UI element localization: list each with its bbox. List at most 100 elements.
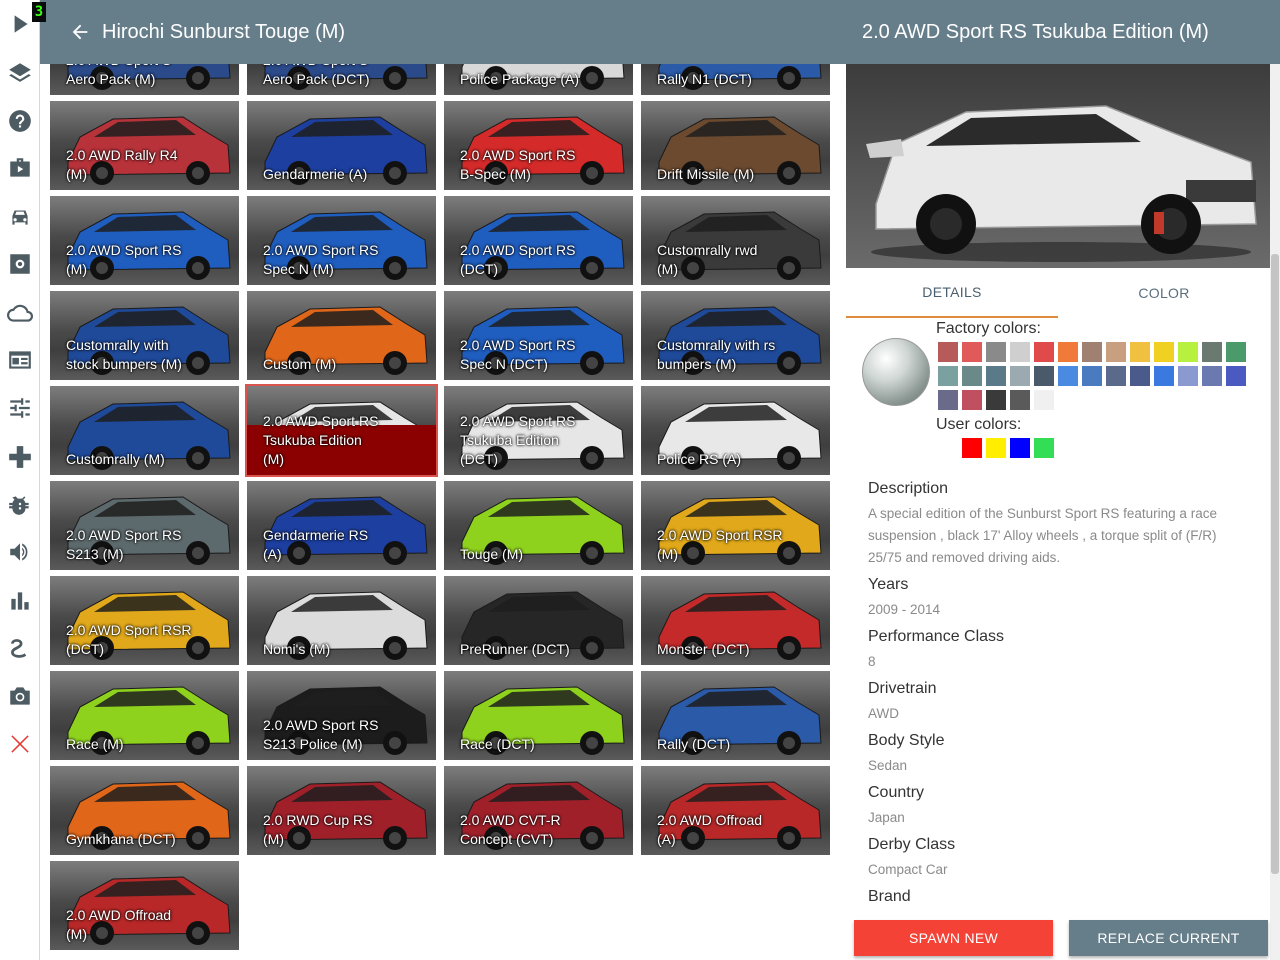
tile-label: PreRunner (DCT) (460, 641, 570, 657)
factory-color-swatch[interactable] (1178, 366, 1198, 386)
factory-color-swatch[interactable] (1130, 366, 1150, 386)
user-color-swatch[interactable] (962, 438, 982, 458)
detail-tabs: DETAILS COLOR (846, 268, 1270, 318)
config-tile[interactable]: Police RS (A) (641, 386, 830, 475)
volume-icon[interactable] (4, 536, 36, 568)
factory-color-swatch[interactable] (1034, 366, 1054, 386)
briefcase-icon[interactable] (4, 152, 36, 184)
close-icon[interactable] (4, 728, 36, 760)
factory-color-swatch[interactable] (938, 342, 958, 362)
bar-chart-icon[interactable] (4, 585, 36, 617)
tab-color[interactable]: COLOR (1058, 268, 1270, 318)
config-tile[interactable]: Rally (DCT) (641, 671, 830, 760)
config-tile[interactable]: 2.0 AWD Sport RSR (M) (641, 481, 830, 570)
config-tile[interactable]: 2.0 RWD Cup RS (M) (247, 766, 436, 855)
config-tile[interactable]: Nomi's (M) (247, 576, 436, 665)
layers-icon[interactable] (4, 57, 36, 89)
factory-color-swatch[interactable] (962, 342, 982, 362)
factory-color-swatch[interactable] (1058, 366, 1078, 386)
config-tile[interactable]: Drift Missile (M) (641, 101, 830, 190)
factory-color-swatch[interactable] (1226, 366, 1246, 386)
detail-scrollbar[interactable] (1270, 64, 1280, 960)
config-tile[interactable]: Monster (DCT) (641, 576, 830, 665)
config-tile[interactable]: 2.0 AWD Sport S Aero Pack (DCT) (247, 64, 436, 95)
config-tile[interactable]: 2.0 AWD Offroad (A) (641, 766, 830, 855)
config-tile[interactable]: 2.0 AWD Sport RS Spec N (M) (247, 196, 436, 285)
config-tile[interactable]: 2.0 AWD Sport RS B-Spec (M) (444, 101, 633, 190)
config-tile[interactable]: 2.0 AWD Offroad (M) (50, 861, 239, 950)
factory-color-swatch[interactable] (962, 366, 982, 386)
back-arrow-icon[interactable] (62, 14, 98, 50)
factory-color-swatch[interactable] (1202, 342, 1222, 362)
factory-color-swatch[interactable] (938, 366, 958, 386)
config-tile[interactable]: Custom (M) (247, 291, 436, 380)
factory-color-swatch[interactable] (1010, 366, 1030, 386)
user-color-swatch[interactable] (1034, 438, 1054, 458)
factory-color-swatch[interactable] (1106, 342, 1126, 362)
factory-color-swatch[interactable] (1082, 366, 1102, 386)
config-tile[interactable]: Customrally with stock bumpers (M) (50, 291, 239, 380)
spawn-new-button[interactable]: SPAWN NEW (854, 920, 1053, 956)
config-tile[interactable]: 2.0 AWD Sport RS (DCT) (444, 196, 633, 285)
camera-icon[interactable] (4, 680, 36, 712)
user-color-swatch[interactable] (986, 438, 1006, 458)
config-tile[interactable]: 2.0 AWD Sport RS S213 Police (M) (247, 671, 436, 760)
factory-color-swatch[interactable] (1202, 366, 1222, 386)
user-color-swatch[interactable] (1010, 438, 1030, 458)
factory-color-swatch[interactable] (1034, 390, 1054, 410)
factory-color-swatch[interactable] (986, 366, 1006, 386)
vehicle-preview-image (846, 64, 1270, 268)
config-tile[interactable]: Race (M) (50, 671, 239, 760)
config-tile[interactable]: 2.0 AWD Sport RS S213 (M) (50, 481, 239, 570)
config-tile[interactable]: Customrally (M) (50, 386, 239, 475)
config-tile[interactable]: 2.0 AWD Sport RSR (DCT) (50, 576, 239, 665)
sliders-icon[interactable] (4, 392, 36, 424)
factory-color-swatch[interactable] (1178, 342, 1198, 362)
factory-color-swatch[interactable] (1154, 342, 1174, 362)
factory-color-swatch[interactable] (1082, 342, 1102, 362)
cloud-icon[interactable] (4, 297, 36, 329)
tab-details[interactable]: DETAILS (846, 268, 1058, 318)
config-tile[interactable]: 2.0 AWD CVT-R Concept (CVT) (444, 766, 633, 855)
factory-color-swatch[interactable] (1034, 342, 1054, 362)
factory-color-swatch[interactable] (1010, 390, 1030, 410)
config-tile[interactable]: Gendarmerie RS (A) (247, 481, 436, 570)
config-tile[interactable]: PreRunner (DCT) (444, 576, 633, 665)
factory-color-swatch[interactable] (938, 390, 958, 410)
config-tile[interactable]: Customrally rwd (M) (641, 196, 830, 285)
config-tile[interactable]: Touge (M) (444, 481, 633, 570)
user-color-swatch[interactable] (938, 438, 958, 458)
config-tile[interactable]: 2.0 AWD Rally R4 (M) (50, 101, 239, 190)
settings-icon[interactable] (4, 248, 36, 280)
factory-color-swatch[interactable] (1058, 342, 1078, 362)
config-tile[interactable]: Customrally with rs bumpers (M) (641, 291, 830, 380)
tile-label: 2.0 AWD Sport S Aero Pack (M) (66, 64, 171, 87)
config-tile[interactable]: Police Package (A) (444, 64, 633, 95)
scrollbar-thumb[interactable] (1271, 254, 1279, 874)
route-icon[interactable] (4, 632, 36, 664)
factory-color-swatch[interactable] (986, 390, 1006, 410)
car-icon[interactable] (4, 201, 36, 233)
config-tile[interactable]: 2.0 AWD Sport RS Tsukuba Edition (DCT) (444, 386, 633, 475)
factory-color-swatch[interactable] (1130, 342, 1150, 362)
factory-color-swatch[interactable] (962, 390, 982, 410)
config-tile[interactable]: Gendarmerie (A) (247, 101, 436, 190)
factory-color-swatch[interactable] (1010, 342, 1030, 362)
help-icon[interactable] (4, 105, 36, 137)
config-tile[interactable]: Gymkhana (DCT) (50, 766, 239, 855)
config-tile[interactable]: 2.0 AWD Sport RS Tsukuba Edition (M) (245, 384, 438, 477)
config-grid-area[interactable]: 2.0 AWD Sport S Aero Pack (M) 2.0 AWD Spo… (40, 64, 838, 960)
config-tile[interactable]: Rally N1 (DCT) (641, 64, 830, 95)
factory-color-swatch[interactable] (1154, 366, 1174, 386)
replace-current-button[interactable]: REPLACE CURRENT (1069, 920, 1268, 956)
factory-color-swatch[interactable] (1106, 366, 1126, 386)
bug-icon[interactable] (4, 488, 36, 520)
config-tile[interactable]: Race (DCT) (444, 671, 633, 760)
factory-color-swatch[interactable] (986, 342, 1006, 362)
config-tile[interactable]: 2.0 AWD Sport RS (M) (50, 196, 239, 285)
config-tile[interactable]: 2.0 AWD Sport RS Spec N (DCT) (444, 291, 633, 380)
config-tile[interactable]: 2.0 AWD Sport S Aero Pack (M) (50, 64, 239, 95)
factory-color-swatch[interactable] (1226, 342, 1246, 362)
gamepad-icon[interactable] (4, 441, 36, 473)
browser-icon[interactable] (4, 344, 36, 376)
